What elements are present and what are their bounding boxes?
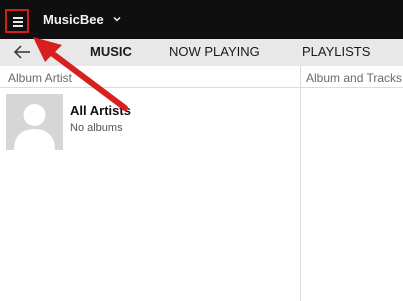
navigation-bar: MUSIC NOW PLAYING PLAYLISTS [0, 39, 403, 66]
hamburger-menu-icon[interactable] [5, 9, 29, 33]
artist-album-count: No albums [70, 122, 123, 134]
tab-playlists[interactable]: PLAYLISTS [302, 44, 370, 59]
app-title-dropdown[interactable]: MusicBee [43, 12, 121, 27]
back-arrow-icon[interactable] [12, 44, 32, 60]
pane-divider[interactable] [300, 66, 301, 301]
column-header-bar: Album Artist Album and Tracks [0, 66, 403, 88]
tab-now-playing[interactable]: NOW PLAYING [169, 44, 260, 59]
tab-music[interactable]: MUSIC [90, 44, 132, 59]
column-header-album-artist[interactable]: Album Artist [8, 71, 72, 85]
list-item[interactable]: All Artists No albums [4, 94, 296, 152]
column-header-album-and-tracks[interactable]: Album and Tracks [306, 71, 402, 85]
artist-name: All Artists [70, 103, 131, 118]
artist-avatar-icon [6, 94, 63, 150]
chevron-down-icon [113, 16, 121, 22]
app-title-text: MusicBee [43, 12, 104, 27]
title-bar: MusicBee [0, 0, 403, 39]
